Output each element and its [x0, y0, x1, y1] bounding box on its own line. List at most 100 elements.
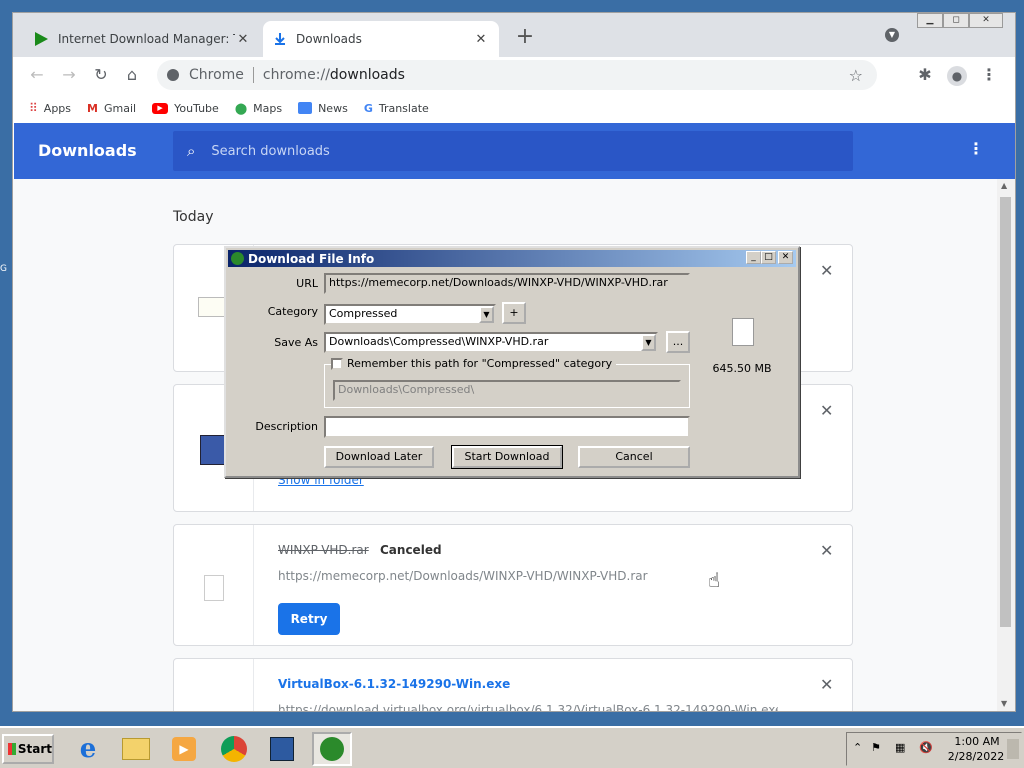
scroll-down-icon[interactable]: ▼	[1001, 699, 1007, 708]
category-label: Category	[267, 305, 318, 318]
cancel-button[interactable]: Cancel	[578, 446, 690, 468]
remove-download-icon[interactable]: ✕	[820, 541, 833, 560]
internet-explorer-icon[interactable]: e	[68, 732, 108, 766]
taskbar: Start e ▶ ⌃ ⚑ ▦ 🔇 1:00 AM 2/28/2022	[0, 726, 1024, 768]
reload-icon[interactable]: ↻	[89, 63, 113, 87]
bookmark-label: Apps	[43, 101, 72, 115]
chrome-taskbar-icon[interactable]	[214, 732, 254, 766]
action-center-flag-icon[interactable]: ⚑	[871, 741, 881, 754]
bookmark-translate[interactable]: G Translate	[364, 102, 429, 115]
bookmark-youtube[interactable]: ▶ YouTube	[152, 102, 219, 115]
remove-download-icon[interactable]: ✕	[820, 675, 833, 694]
search-input[interactable]: ⌕ Search downloads	[173, 131, 853, 171]
idm-taskbar-icon[interactable]	[312, 732, 352, 766]
download-status: Canceled	[380, 543, 442, 557]
media-player-icon[interactable]: ▶	[164, 732, 204, 766]
clock-time[interactable]: 1:00 AM	[947, 735, 1007, 748]
bookmark-gmail[interactable]: M Gmail	[87, 102, 136, 115]
file-name[interactable]: VirtualBox-6.1.32-149290-Win.exe	[278, 677, 510, 691]
show-hidden-icons-icon[interactable]: ⌃	[853, 741, 862, 754]
profile-avatar-icon[interactable]: ●	[945, 63, 969, 87]
page-scrollbar[interactable]: ▲ ▼	[997, 179, 1015, 711]
apps-grid-icon: ⠿	[29, 101, 38, 115]
file-name[interactable]: WINXP-VHD.rar	[278, 543, 369, 557]
toolbar: ← → ↻ ⌂ Chrome chrome://downloads ☆ ✱ ● …	[13, 57, 1015, 93]
clock-date[interactable]: 2/28/2022	[943, 750, 1009, 763]
tab-strip: Internet Download Manager: The fa ✕ Down…	[13, 13, 1015, 57]
save-as-combo[interactable]: Downloads\Compressed\WINXP-VHD.rar ▼	[324, 332, 658, 353]
desktop-icon-fragment: G	[0, 264, 7, 274]
bookmark-label: YouTube	[174, 101, 219, 115]
page-title: Downloads	[38, 141, 137, 160]
file-url[interactable]: https://memecorp.net/Downloads/WINXP-VHD…	[278, 569, 648, 583]
add-category-button[interactable]: +	[502, 302, 526, 324]
category-select[interactable]: Compressed ▼	[324, 304, 496, 325]
bookmark-maps[interactable]: ⬤ Maps	[235, 102, 282, 115]
translate-icon: G	[363, 101, 373, 115]
download-card: VirtualBox-6.1.32-149290-Win.exe https:/…	[173, 658, 853, 711]
tab-idm[interactable]: Internet Download Manager: The fa ✕	[23, 21, 261, 57]
bookmark-label: News	[318, 101, 348, 115]
extensions-icon[interactable]: ✱	[913, 63, 937, 87]
bookmark-star-icon[interactable]: ☆	[849, 66, 863, 85]
retry-button[interactable]: Retry	[278, 603, 340, 635]
downloads-header: Downloads ⌕ Search downloads ⋮	[14, 123, 1015, 179]
url-field[interactable]: https://memecorp.net/Downloads/WINXP-VHD…	[324, 273, 690, 294]
file-url[interactable]: https://download.virtualbox.org/virtualb…	[278, 703, 778, 711]
back-icon[interactable]: ←	[25, 63, 49, 87]
remove-download-icon[interactable]: ✕	[820, 261, 833, 280]
tab-search-icon[interactable]: ▼	[885, 28, 899, 42]
chevron-down-icon[interactable]: ▼	[641, 334, 656, 351]
more-actions-icon[interactable]: ⋮	[968, 139, 984, 158]
virtualbox-icon[interactable]	[262, 732, 302, 766]
download-file-info-dialog: Download File Info _ □ ✕ URL https://mem…	[224, 246, 800, 478]
dialog-close-button[interactable]: ✕	[778, 251, 793, 264]
remember-checkbox[interactable]	[331, 357, 343, 370]
bookmarks-bar: ⠿ Apps M Gmail ▶ YouTube ⬤ Maps News G Transl…	[13, 93, 1015, 123]
dialog-maximize-button[interactable]: □	[761, 251, 776, 264]
new-tab-button[interactable]: +	[513, 25, 537, 49]
section-heading: Today	[173, 209, 214, 225]
description-field[interactable]	[324, 416, 690, 438]
scroll-up-icon[interactable]: ▲	[1001, 181, 1007, 190]
remember-path-field: Downloads\Compressed\	[333, 380, 681, 401]
dialog-titlebar[interactable]: Download File Info	[228, 250, 796, 267]
dialog-minimize-button[interactable]: _	[746, 251, 761, 264]
show-desktop-button[interactable]	[1007, 739, 1019, 759]
start-download-button[interactable]: Start Download	[451, 445, 563, 469]
chevron-down-icon[interactable]: ▼	[479, 306, 494, 323]
explorer-folder-icon[interactable]	[116, 732, 156, 766]
bookmark-apps[interactable]: ⠿ Apps	[29, 101, 71, 115]
certificate-file-icon	[198, 297, 226, 317]
close-window-button[interactable]: ✕	[969, 13, 1003, 28]
restore-button[interactable]: ◻	[943, 13, 969, 28]
omnibox-divider	[252, 67, 254, 83]
scrollbar-thumb[interactable]	[1000, 197, 1011, 627]
generic-file-icon	[204, 575, 224, 601]
home-icon[interactable]: ⌂	[120, 63, 144, 87]
idm-globe-icon	[231, 252, 244, 265]
forward-icon[interactable]: →	[57, 63, 81, 87]
network-icon[interactable]: ▦	[895, 741, 905, 754]
youtube-icon: ▶	[152, 102, 169, 114]
remove-download-icon[interactable]: ✕	[820, 401, 833, 420]
start-label: Start	[17, 742, 52, 756]
url-prefix: chrome://	[262, 67, 330, 83]
dialog-title: Download File Info	[248, 251, 375, 266]
tab-downloads[interactable]: Downloads ✕	[263, 21, 499, 57]
idm-play-icon	[35, 32, 48, 46]
remember-groupbox: Remember this path for "Compressed" cate…	[324, 357, 690, 408]
close-tab-icon[interactable]: ✕	[235, 32, 251, 47]
start-button[interactable]: Start	[2, 734, 54, 764]
remember-checkbox-row[interactable]: Remember this path for "Compressed" cate…	[331, 357, 617, 370]
minimize-button[interactable]: ▁	[917, 13, 943, 28]
remember-label: Remember this path for "Compressed" cate…	[347, 357, 613, 370]
bookmark-news[interactable]: News	[298, 102, 348, 115]
omnibox[interactable]: Chrome chrome://downloads ☆	[157, 60, 877, 90]
volume-muted-icon[interactable]: 🔇	[919, 741, 933, 754]
file-size: 645.50 MB	[712, 362, 772, 375]
chrome-menu-icon[interactable]: ⋮	[977, 63, 1001, 87]
download-later-button[interactable]: Download Later	[324, 446, 434, 468]
browse-button[interactable]: ...	[666, 331, 690, 353]
close-tab-icon[interactable]: ✕	[473, 32, 489, 47]
